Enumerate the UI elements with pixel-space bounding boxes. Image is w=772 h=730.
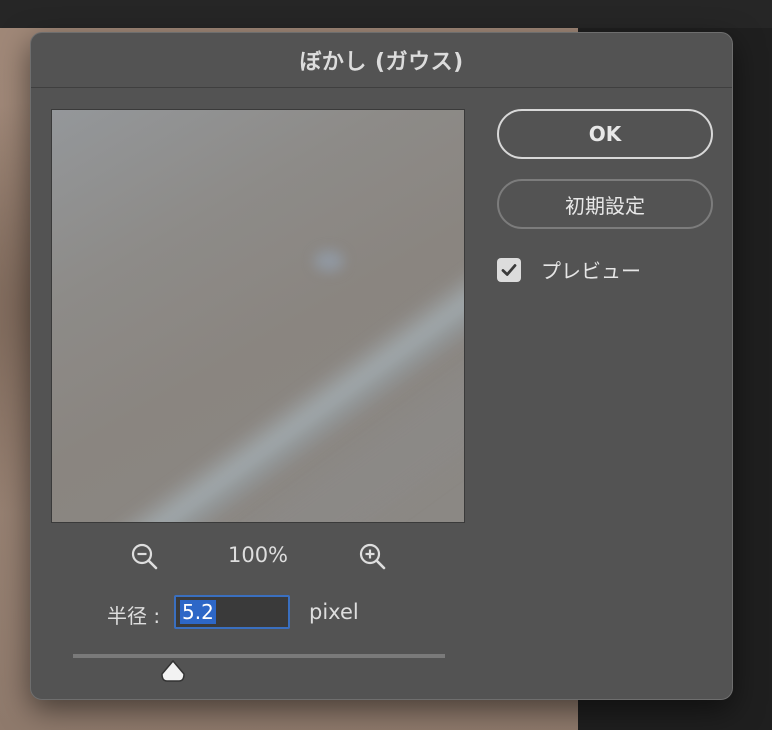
preview-checkbox[interactable] <box>497 257 521 282</box>
preview-checkbox-row[interactable]: プレビュー <box>497 255 641 284</box>
checkmark-icon <box>501 263 517 276</box>
ok-button[interactable]: OK <box>497 109 713 159</box>
zoom-in-icon[interactable] <box>357 541 389 573</box>
zoom-controls: 100% <box>51 539 465 575</box>
reset-button[interactable]: 初期設定 <box>497 179 713 229</box>
zoom-out-icon[interactable] <box>129 541 161 573</box>
preview-checkbox-label: プレビュー <box>541 259 641 283</box>
screen: ぼかし (ガウス) 100% 半径: 5.2 pixel OK 初期設定 プレ… <box>0 0 772 730</box>
radius-input[interactable]: 5.2 <box>174 595 290 629</box>
radius-slider-track[interactable] <box>73 654 445 658</box>
radius-slider-thumb[interactable] <box>160 659 186 683</box>
reset-button-label: 初期設定 <box>565 193 645 218</box>
ok-button-label: OK <box>588 122 622 146</box>
radius-value: 5.2 <box>180 600 216 624</box>
zoom-level: 100% <box>227 543 289 567</box>
radius-row: 半径 : 5.2 pixel <box>107 595 447 631</box>
preview-pane[interactable] <box>51 109 465 523</box>
preview-image-spot <box>314 250 344 272</box>
gaussian-blur-dialog: ぼかし (ガウス) 100% 半径: 5.2 pixel OK 初期設定 プレ… <box>30 32 733 700</box>
radius-unit: pixel <box>309 600 359 624</box>
dialog-titlebar[interactable]: ぼかし (ガウス) <box>31 33 732 88</box>
dialog-title: ぼかし (ガウス) <box>299 50 464 75</box>
radius-label: 半径 : <box>107 604 161 628</box>
